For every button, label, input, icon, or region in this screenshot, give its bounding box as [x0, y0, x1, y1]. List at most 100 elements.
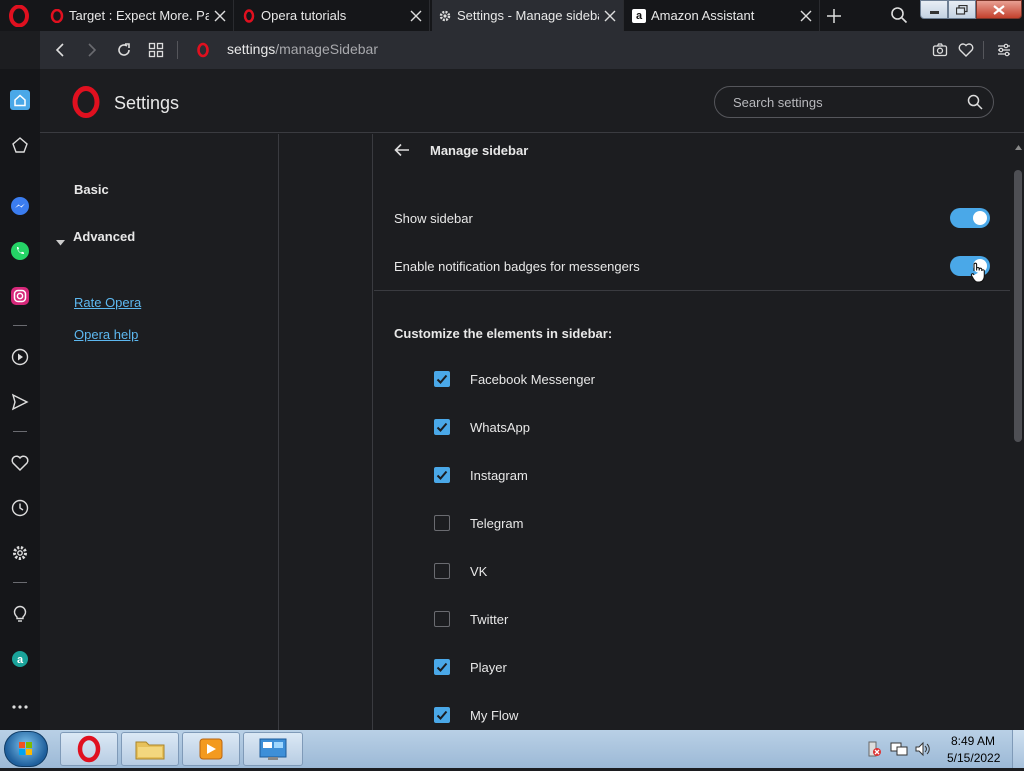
reload-button[interactable]	[116, 42, 132, 63]
forward-button[interactable]	[84, 42, 100, 63]
close-tab-icon[interactable]	[213, 9, 227, 23]
page-title: Settings	[114, 93, 180, 113]
sidebar-pinboard[interactable]	[10, 135, 30, 155]
scrollbar-track[interactable]	[1012, 134, 1024, 730]
sidebar-tips[interactable]	[10, 604, 30, 624]
control-panel-icon	[259, 738, 287, 760]
taskbar-opera[interactable]	[60, 732, 118, 766]
tab-title: Amazon Assistant	[651, 8, 755, 23]
checkbox[interactable]	[434, 467, 450, 483]
scroll-up-arrow-icon[interactable]	[1015, 137, 1022, 155]
speed-dial-button[interactable]	[148, 42, 164, 63]
sidebar-more[interactable]	[10, 697, 30, 717]
checkbox[interactable]	[434, 371, 450, 387]
taskbar-media-player[interactable]	[182, 732, 240, 766]
player-icon	[11, 348, 29, 366]
clock-date[interactable]: 5/15/2022	[947, 751, 1000, 765]
sidebar-whatsapp[interactable]	[10, 241, 30, 261]
new-tab-button[interactable]	[826, 8, 842, 24]
opera-logo-icon	[9, 4, 29, 28]
badges-label: Enable notification badges for messenger…	[394, 259, 640, 274]
amazon-assistant-icon: a	[12, 651, 28, 667]
settings-header: Settings Search settings	[40, 69, 1024, 133]
minimize-button[interactable]	[920, 0, 948, 19]
easy-setup-button[interactable]	[996, 42, 1012, 63]
back-button[interactable]	[52, 42, 68, 63]
nav-basic[interactable]: Basic	[74, 182, 109, 197]
network-icon[interactable]	[890, 741, 908, 762]
url-prefix: settings	[227, 41, 276, 57]
toggle-knob	[973, 211, 987, 225]
sidebar-home[interactable]	[10, 90, 30, 110]
taskbar-explorer[interactable]	[121, 732, 179, 766]
search-icon	[891, 7, 908, 24]
lightbulb-icon	[13, 605, 27, 622]
camera-icon	[932, 43, 948, 57]
windows-logo-icon	[19, 742, 32, 755]
sidebar-history[interactable]	[10, 498, 30, 518]
checkmark-icon	[436, 374, 448, 384]
more-dots-icon	[12, 705, 28, 709]
sidebar-instagram[interactable]	[10, 286, 30, 306]
opera-favicon-icon	[242, 8, 256, 23]
start-button[interactable]	[4, 731, 48, 767]
checkbox[interactable]	[434, 515, 450, 531]
url-path: /manageSidebar	[275, 41, 378, 57]
nav-advanced[interactable]: Advanced	[73, 229, 135, 244]
checkbox-label: WhatsApp	[470, 420, 530, 435]
tab-target[interactable]: Target : Expect More. Pay L	[44, 0, 234, 31]
checkmark-icon	[436, 422, 448, 432]
opera-menu-button[interactable]	[8, 4, 30, 28]
bookmark-button[interactable]	[958, 42, 974, 63]
checkbox[interactable]	[434, 659, 450, 675]
tab-opera-tutorials[interactable]: Opera tutorials	[236, 0, 430, 31]
opera-site-icon	[195, 42, 211, 63]
checkbox[interactable]	[434, 563, 450, 579]
clock-icon	[11, 499, 29, 517]
folder-icon	[135, 741, 165, 760]
scrollbar-thumb[interactable]	[1014, 170, 1022, 442]
tab-title: Opera tutorials	[261, 8, 347, 23]
url-field[interactable]: settings/manageSidebar	[227, 41, 827, 59]
sidebar-messenger[interactable]	[10, 196, 30, 216]
checkbox[interactable]	[434, 419, 450, 435]
search-settings-field[interactable]: Search settings	[714, 86, 994, 118]
hand-cursor-icon	[970, 262, 986, 289]
restore-button[interactable]	[948, 0, 976, 19]
sidebar-player[interactable]	[10, 347, 30, 367]
close-tab-icon[interactable]	[409, 9, 423, 23]
checkbox[interactable]	[434, 611, 450, 627]
tab-settings[interactable]: Settings - Manage sidebar	[432, 0, 624, 31]
opera-logo-icon	[77, 735, 101, 763]
opera-help-link[interactable]: Opera help	[74, 327, 138, 342]
sidebar-settings[interactable]	[10, 543, 30, 563]
tab-title: Target : Expect More. Pay L	[69, 8, 209, 23]
chevron-left-icon	[55, 43, 64, 57]
show-sidebar-toggle[interactable]	[950, 208, 990, 228]
rate-opera-link[interactable]: Rate Opera	[74, 295, 141, 310]
checkmark-icon	[436, 662, 448, 672]
checkbox[interactable]	[434, 707, 450, 723]
close-window-button[interactable]	[976, 0, 1022, 19]
snapshot-button[interactable]	[932, 42, 948, 63]
tab-search-button[interactable]	[890, 6, 908, 24]
taskbar-control-panel[interactable]	[243, 732, 303, 766]
back-arrow-button[interactable]	[394, 143, 410, 162]
sidebar-amazon-assistant[interactable]: a	[10, 649, 30, 669]
whatsapp-icon	[11, 242, 29, 260]
customize-heading: Customize the elements in sidebar:	[394, 326, 613, 341]
show-desktop-button[interactable]	[1012, 730, 1024, 768]
home-icon	[14, 94, 26, 107]
checkbox-label: My Flow	[470, 708, 519, 723]
action-center-icon[interactable]	[866, 741, 882, 762]
pin-icon	[12, 137, 28, 153]
close-tab-icon[interactable]	[799, 9, 813, 23]
close-tab-icon[interactable]	[603, 9, 617, 23]
checkmark-icon	[436, 470, 448, 480]
checkbox-label: Telegram	[470, 516, 524, 531]
volume-icon[interactable]	[914, 741, 932, 762]
clock-time[interactable]: 8:49 AM	[951, 734, 995, 748]
sidebar-my-flow[interactable]	[10, 392, 30, 412]
sidebar-bookmarks[interactable]	[10, 453, 30, 473]
tab-amazon-assistant[interactable]: a Amazon Assistant	[626, 0, 820, 31]
